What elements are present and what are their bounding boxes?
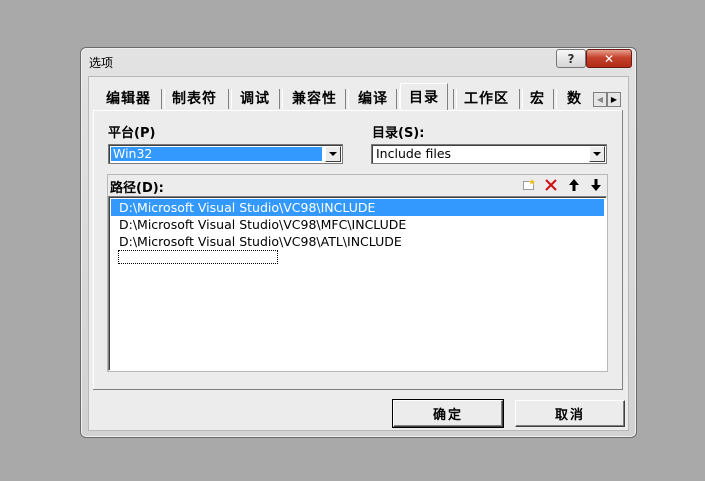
tab-debug[interactable]: 调试 <box>240 86 270 110</box>
ok-button[interactable]: 确定 <box>393 400 503 427</box>
paths-label: 路径(D): <box>110 181 164 196</box>
close-button[interactable]: ✕ <box>586 49 632 68</box>
tab-panel-border <box>93 110 623 111</box>
tab-editor[interactable]: 编辑器 <box>106 86 151 110</box>
list-item[interactable]: D:\Microsoft Visual Studio\VC98\INCLUDE <box>111 199 604 216</box>
directory-dropdown-button[interactable] <box>589 146 605 162</box>
tab-macros[interactable]: 宏 <box>530 86 545 110</box>
tab-workspace[interactable]: 工作区 <box>464 86 509 110</box>
tab-separator <box>345 89 349 109</box>
tab-separator <box>279 89 283 109</box>
tab-panel-right-border <box>622 110 623 390</box>
tab-scroll-buttons: ◀ ▶ <box>593 92 623 107</box>
dialog-title: 选项 <box>89 56 114 70</box>
tab-separator <box>453 89 457 109</box>
new-folder-icon[interactable] <box>521 177 537 193</box>
move-up-icon[interactable] <box>566 177 582 193</box>
cancel-button[interactable]: 取消 <box>515 400 625 427</box>
directory-label: 目录(S): <box>372 126 425 141</box>
platform-dropdown[interactable]: Win32 <box>108 144 343 164</box>
new-path-entry-slot[interactable] <box>118 250 278 264</box>
paths-list[interactable]: D:\Microsoft Visual Studio\VC98\INCLUDE … <box>108 196 607 371</box>
platform-label: 平台(P) <box>108 126 156 141</box>
tab-build[interactable]: 编译 <box>358 86 388 110</box>
directory-dropdown[interactable]: Include files <box>371 144 607 164</box>
tab-panel-left-border <box>93 110 94 390</box>
tab-scroll-right-icon[interactable]: ▶ <box>607 92 621 107</box>
directory-value: Include files <box>376 146 452 161</box>
tab-compatibility[interactable]: 兼容性 <box>292 86 337 110</box>
list-item[interactable]: D:\Microsoft Visual Studio\VC98\MFC\INCL… <box>111 216 604 233</box>
list-item[interactable]: D:\Microsoft Visual Studio\VC98\ATL\INCL… <box>111 233 604 250</box>
tab-scroll-left-icon[interactable]: ◀ <box>593 92 607 107</box>
chevron-down-icon <box>593 152 601 156</box>
tab-panel-bottom-border <box>93 389 623 390</box>
tab-separator <box>519 89 523 109</box>
platform-value: Win32 <box>111 147 322 161</box>
tab-tabs[interactable]: 制表符 <box>172 86 217 110</box>
help-button[interactable]: ? <box>556 49 586 68</box>
platform-dropdown-button[interactable] <box>325 146 341 162</box>
move-down-icon[interactable] <box>588 177 604 193</box>
tab-strip: 编辑器 制表符 调试 兼容性 编译 目录 工作区 宏 数 <box>98 83 596 110</box>
tab-data[interactable]: 数 <box>567 86 582 110</box>
tab-separator <box>161 89 165 109</box>
chevron-down-icon <box>329 152 337 156</box>
tab-directories[interactable]: 目录 <box>400 83 448 110</box>
tab-separator <box>553 89 557 109</box>
delete-icon[interactable] <box>543 177 559 193</box>
tab-separator <box>228 89 232 109</box>
